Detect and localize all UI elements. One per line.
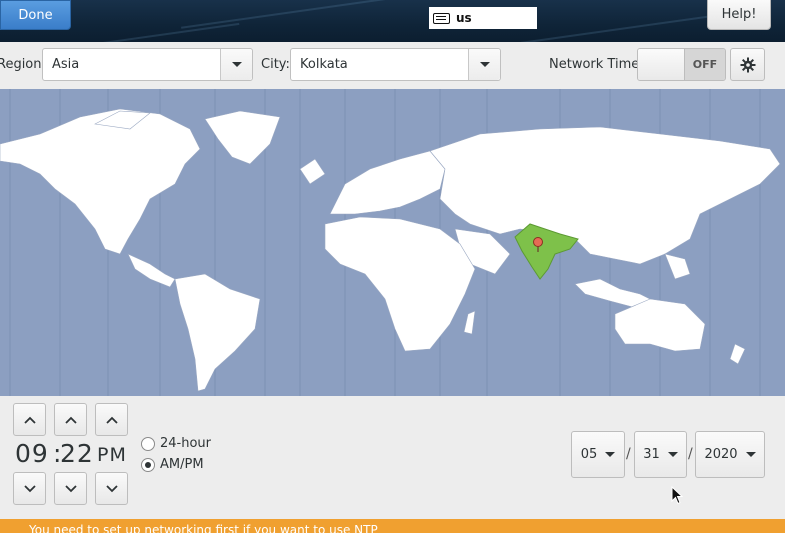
gear-icon — [740, 57, 755, 72]
meridiem-value: PM — [97, 444, 127, 466]
switch-state-label: OFF — [685, 49, 725, 80]
month-combobox[interactable]: 05 — [571, 431, 625, 478]
year-value: 2020 — [704, 447, 738, 462]
date-separator: / — [688, 446, 693, 462]
network-time-label: Network Time — [549, 57, 640, 72]
hours-increment-button[interactable] — [13, 403, 46, 436]
keyboard-layout-label: us — [456, 11, 472, 25]
city-value: Kolkata — [300, 57, 348, 72]
warning-text: You need to set up networking first if y… — [29, 523, 378, 533]
format-ampm-radio[interactable]: AM/PM — [141, 457, 204, 472]
network-time-switch[interactable]: OFF — [637, 48, 726, 81]
radio-label: AM/PM — [160, 457, 204, 472]
chevron-down-icon — [745, 452, 756, 457]
ntp-warning-bar: You need to set up networking first if y… — [0, 519, 785, 533]
city-combobox[interactable]: Kolkata — [290, 48, 501, 81]
date-separator: / — [626, 446, 631, 462]
minutes-value: 22 — [60, 439, 94, 468]
hours-decrement-button[interactable] — [13, 472, 46, 505]
region-label: Region: — [0, 57, 46, 72]
done-button[interactable]: Done — [0, 0, 71, 30]
region-combobox[interactable]: Asia — [42, 48, 253, 81]
mouse-cursor-icon — [671, 486, 683, 505]
meridiem-decrement-button[interactable] — [95, 472, 128, 505]
chevron-up-icon — [64, 416, 77, 424]
chevron-down-icon[interactable] — [468, 49, 500, 80]
top-bar: Done us Help! — [0, 0, 785, 42]
radio-label: 24-hour — [160, 436, 212, 451]
day-value: 31 — [643, 447, 660, 462]
chevron-up-icon — [105, 416, 118, 424]
format-24-hour-radio[interactable]: 24-hour — [141, 436, 211, 451]
day-combobox[interactable]: 31 — [634, 431, 687, 478]
region-value: Asia — [52, 57, 80, 72]
hours-value: 09 — [15, 439, 49, 468]
ntp-settings-button[interactable] — [730, 48, 765, 81]
continents — [0, 108, 781, 392]
meridiem-increment-button[interactable] — [95, 403, 128, 436]
timezone-map[interactable] — [0, 89, 785, 396]
minutes-decrement-button[interactable] — [54, 472, 87, 505]
year-combobox[interactable]: 2020 — [695, 431, 765, 478]
city-label: City: — [261, 57, 290, 72]
chevron-down-icon — [667, 452, 678, 457]
radio-button-selected[interactable] — [141, 457, 155, 472]
switch-knob[interactable] — [638, 49, 685, 80]
radio-button[interactable] — [141, 436, 155, 451]
chevron-down-icon — [605, 452, 616, 457]
chevron-up-icon — [23, 416, 36, 424]
keyboard-icon — [433, 12, 450, 24]
chevron-down-icon — [64, 484, 77, 492]
chevron-down-icon[interactable] — [220, 49, 252, 80]
chevron-down-icon — [23, 484, 36, 492]
help-button[interactable]: Help! — [707, 0, 771, 30]
chevron-down-icon — [105, 484, 118, 492]
keyboard-layout-indicator[interactable]: us — [429, 7, 537, 29]
month-value: 05 — [580, 447, 598, 462]
minutes-increment-button[interactable] — [54, 403, 87, 436]
